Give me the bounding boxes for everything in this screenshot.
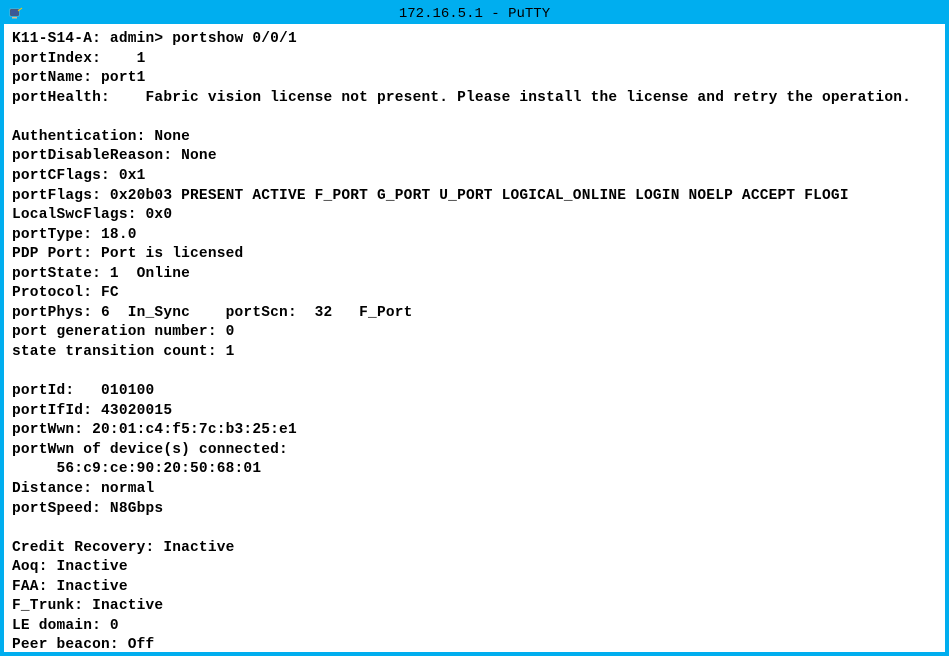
terminal-line: PDP Port: Port is licensed <box>12 246 243 262</box>
terminal-line: portIfId: 43020015 <box>12 403 172 419</box>
terminal-line: Credit Recovery: Inactive <box>12 540 243 556</box>
terminal-line: Aoq: Inactive <box>12 559 137 575</box>
terminal-line: FAA: Inactive <box>12 579 137 595</box>
terminal-line: portCFlags: 0x1 <box>12 168 146 184</box>
titlebar[interactable]: 172.16.5.1 - PuTTY <box>4 4 945 24</box>
terminal-line: portWwn of device(s) connected: <box>12 442 288 458</box>
terminal-line: state transition count: 1 <box>12 344 235 360</box>
terminal-line: portType: 18.0 <box>12 227 137 243</box>
terminal-line: F_Trunk: Inactive <box>12 598 172 614</box>
terminal-line: portHealth: Fabric vision license not pr… <box>12 90 911 106</box>
terminal-line: LocalSwcFlags: 0x0 <box>12 207 172 223</box>
terminal-line: Protocol: FC <box>12 285 119 301</box>
terminal-line: portId: 010100 <box>12 383 154 399</box>
terminal-line: Distance: normal <box>12 481 154 497</box>
putty-window: 172.16.5.1 - PuTTY K11-S14-A: admin> por… <box>0 0 949 656</box>
terminal-line: K11-S14-A: admin> portshow 0/0/1 <box>12 31 297 47</box>
terminal-line: portWwn: 20:01:c4:f5:7c:b3:25:e1 <box>12 422 297 438</box>
terminal-line: portSpeed: N8Gbps <box>12 501 172 517</box>
terminal-line: portPhys: 6 In_Sync portScn: 32 F_Port <box>12 305 413 321</box>
terminal-line: Authentication: None <box>12 129 190 145</box>
terminal-line: 56:c9:ce:90:20:50:68:01 <box>12 461 261 477</box>
terminal-line: portDisableReason: None <box>12 148 217 164</box>
terminal-output[interactable]: K11-S14-A: admin> portshow 0/0/1 portInd… <box>4 24 945 652</box>
window-title: 172.16.5.1 - PuTTY <box>399 6 550 22</box>
terminal-line: LE domain: 0 <box>12 618 119 634</box>
terminal-line: portIndex: 1 <box>12 51 146 67</box>
terminal-line: portState: 1 Online <box>12 266 190 282</box>
terminal-line: portName: port1 <box>12 70 146 86</box>
putty-icon <box>8 6 24 22</box>
terminal-line: port generation number: 0 <box>12 324 235 340</box>
terminal-line: portFlags: 0x20b03 PRESENT ACTIVE F_PORT… <box>12 188 849 204</box>
terminal-line: Peer beacon: Off <box>12 637 154 652</box>
